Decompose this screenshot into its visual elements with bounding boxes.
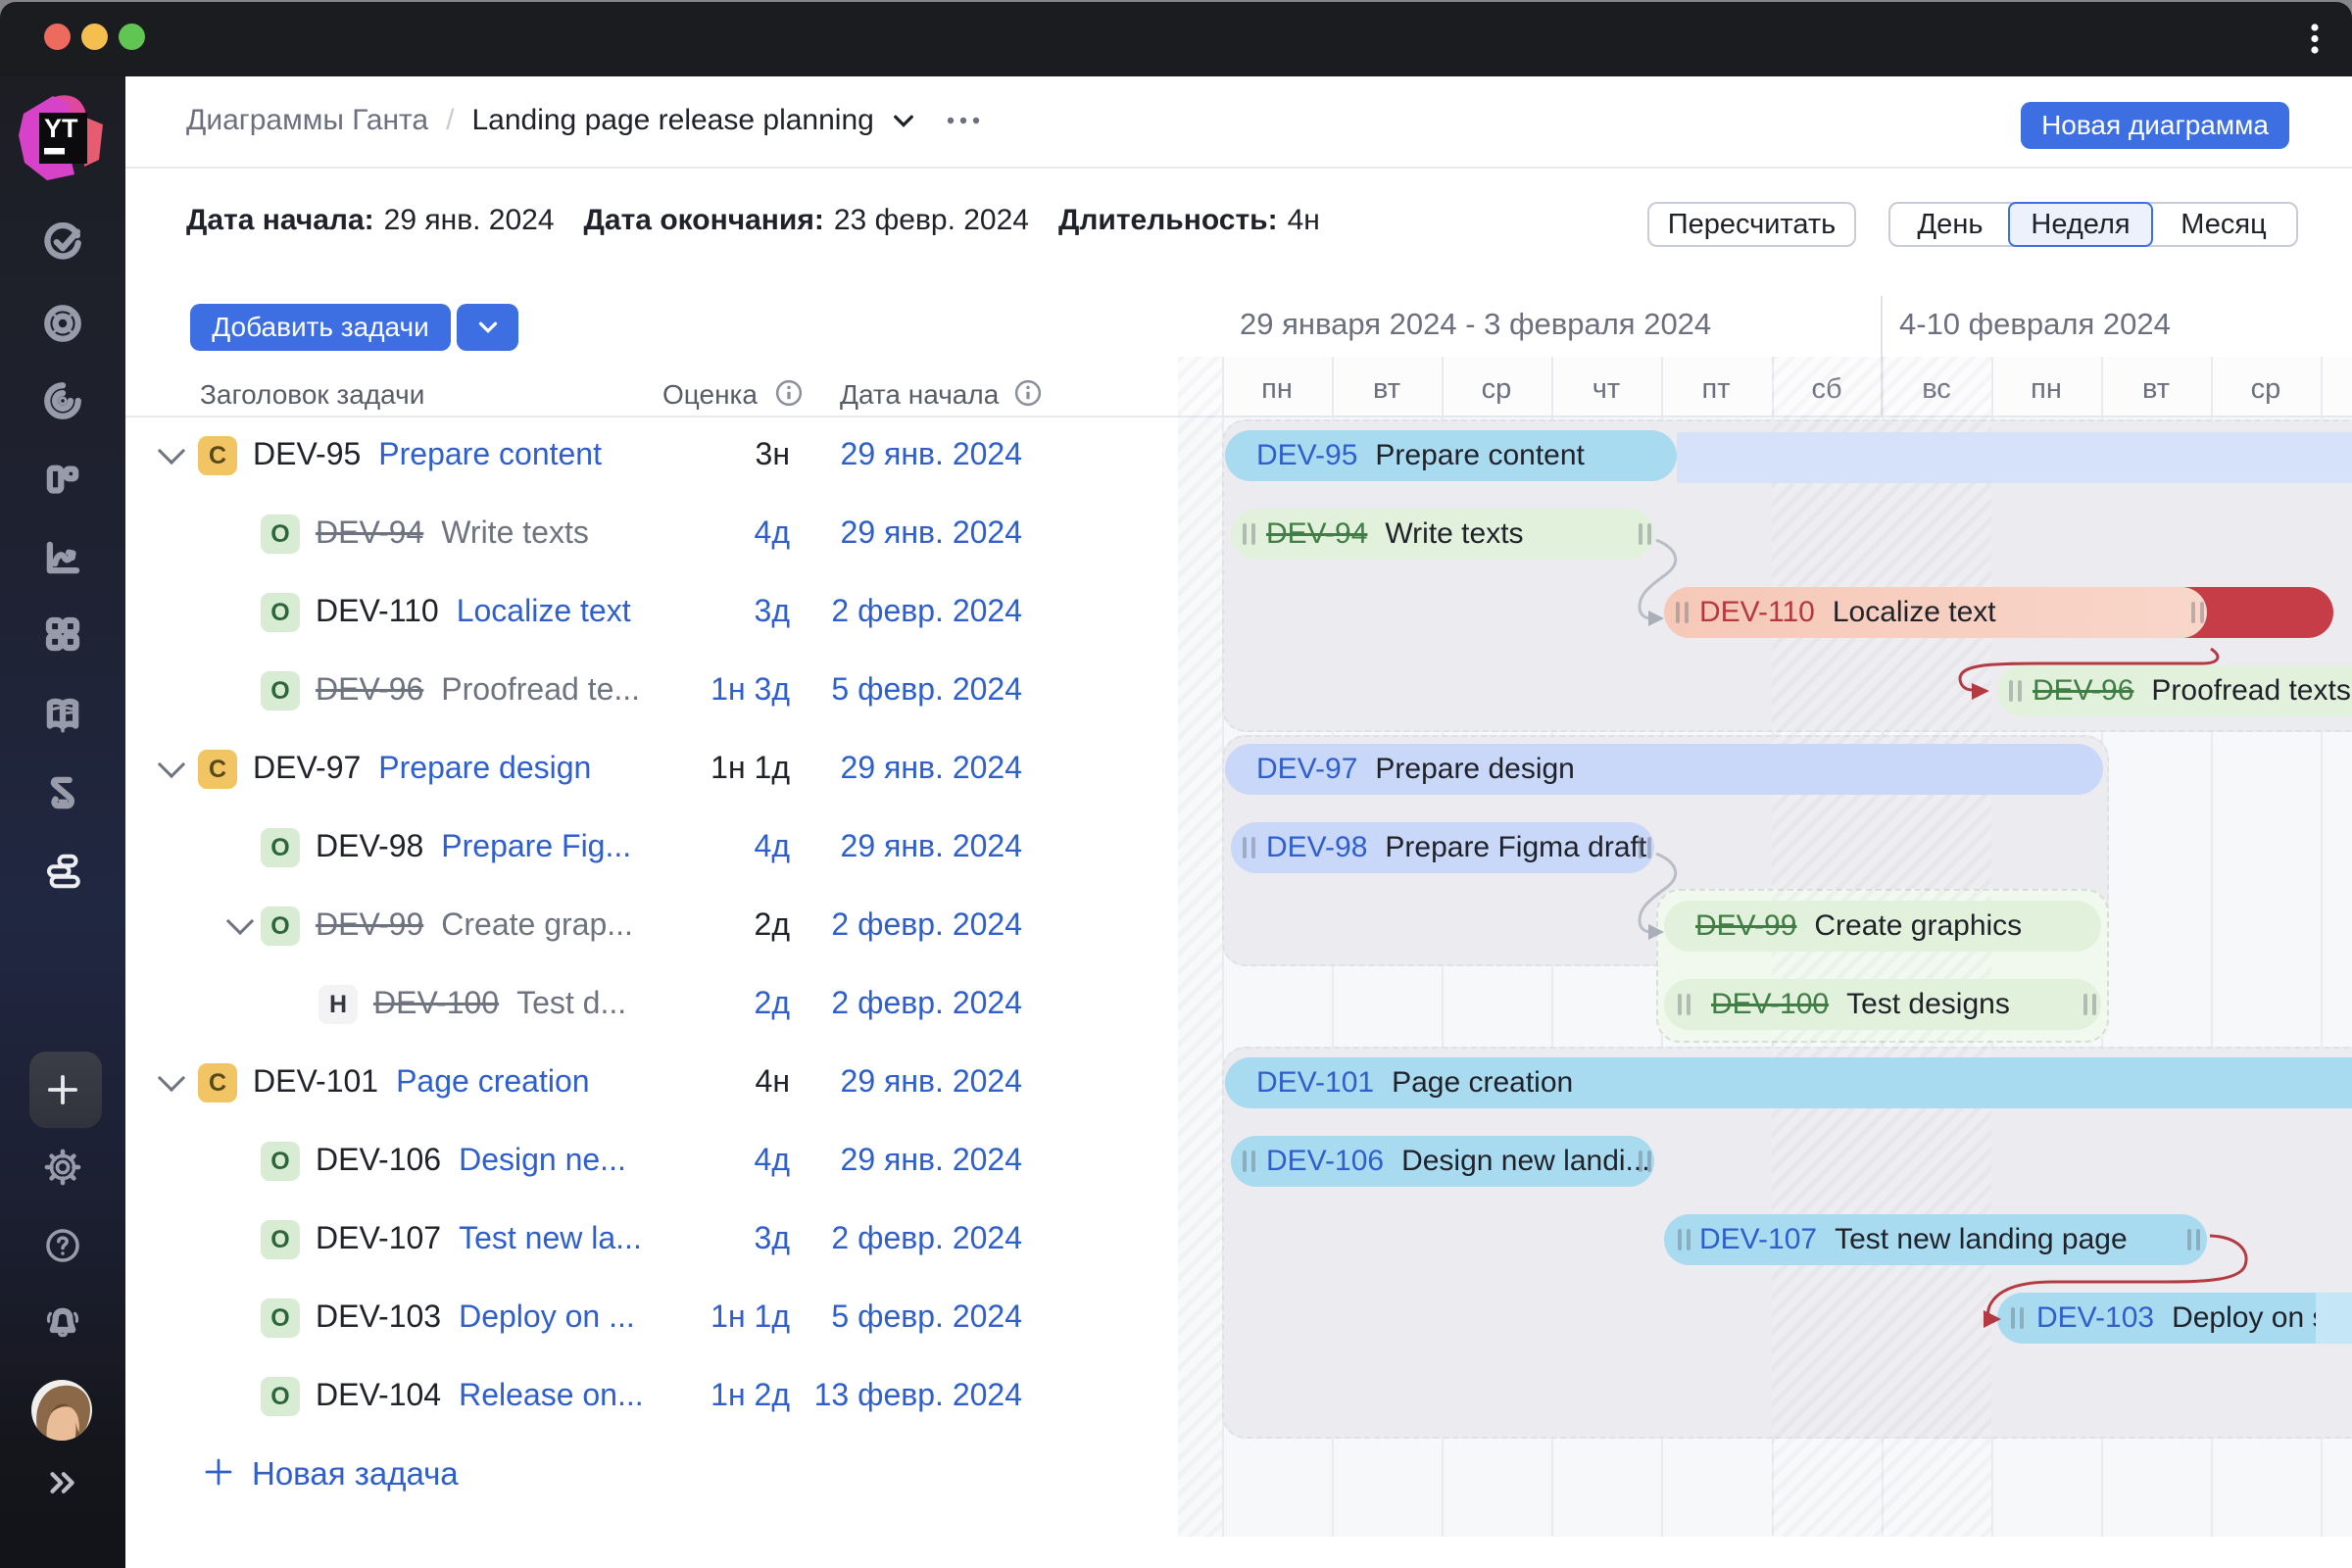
svg-text:YT: YT (44, 114, 78, 143)
